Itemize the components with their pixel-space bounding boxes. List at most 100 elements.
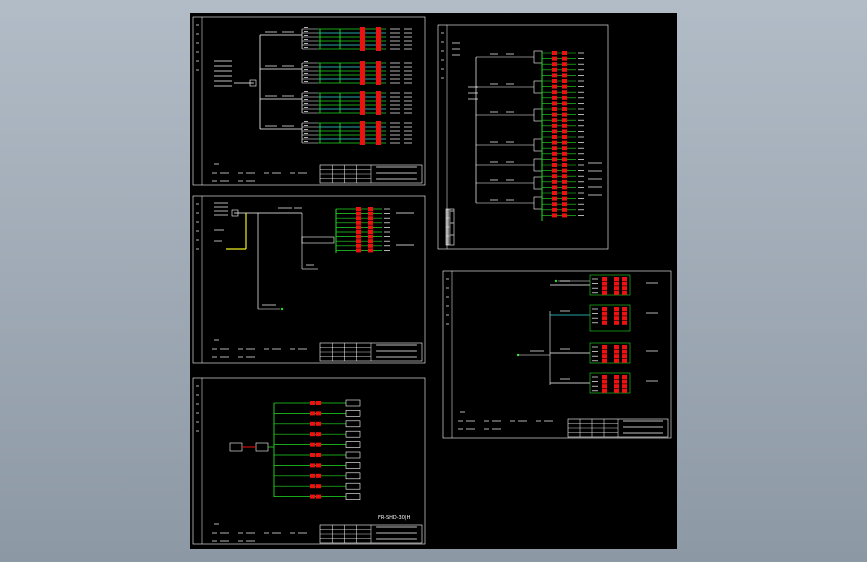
breaker-symbol [552,135,557,139]
breaker-symbol [562,84,567,89]
breaker-symbol [614,290,619,295]
breaker-symbol [376,31,381,35]
breaker-symbol [552,174,557,179]
breaker-symbol [552,140,557,145]
breaker-symbol [376,69,381,73]
breaker-symbol [552,146,557,151]
breaker-symbol [376,133,381,137]
breaker-symbol [356,248,361,253]
breaker-symbol [360,107,365,111]
breaker-symbol [310,401,315,405]
breaker-symbol [552,107,557,111]
breaker-symbol [360,111,365,115]
breaker-symbol [552,73,557,78]
panel-box [533,138,543,152]
breaker-symbol [602,307,607,311]
breaker-symbol [614,277,619,281]
breaker-symbol [376,47,381,51]
terminal-block [345,399,361,407]
breaker-symbol [376,141,381,145]
breaker-symbol [376,107,381,111]
breaker-symbol [360,47,365,51]
breaker-symbol [614,311,619,316]
breaker-symbol [360,141,365,145]
breaker-symbol [552,95,557,100]
drawing-canvas[interactable]: FR-SHD-30|H [190,13,677,549]
sheet-3-note-label: FR-SHD-30|H [378,515,411,521]
breaker-symbol [622,307,627,311]
breaker-symbol [614,388,619,393]
breaker-symbol [376,99,381,103]
breaker-symbol [552,56,557,61]
breaker-symbol [552,118,557,123]
breaker-symbol [552,179,557,184]
breaker-symbol [376,103,381,107]
breaker-symbol [562,174,567,179]
breaker-symbol [562,213,567,218]
breaker-symbol [552,84,557,89]
breaker-symbol [602,375,607,379]
breaker-symbol [376,73,381,77]
breaker-symbol [614,286,619,291]
breaker-symbol [622,375,627,379]
breaker-symbol [356,220,361,225]
breaker-symbol [562,101,567,106]
breaker-symbol [360,81,365,85]
box [229,442,243,452]
sheet-4-frame [437,24,609,250]
breaker-symbol [356,234,361,239]
breaker-symbol [310,463,315,468]
breaker-symbol [368,243,373,248]
sheet-5-frame [442,270,672,439]
terminal-dot [554,279,558,283]
breaker-symbol [552,112,557,117]
breaker-symbol [316,463,321,468]
breaker-symbol [310,421,315,426]
terminal-dot [280,307,284,311]
breaker-symbol [614,345,619,349]
breaker-symbol [562,62,567,67]
breaker-symbol [376,91,381,95]
terminal-block [345,482,361,490]
breaker-symbol [376,43,381,47]
breaker-symbol [368,225,373,230]
breaker-symbol [552,168,557,173]
panel-box [533,158,543,172]
breaker-symbol [562,168,567,173]
box [255,442,269,452]
breaker-symbol [602,354,607,359]
breaker-symbol [562,95,567,100]
breaker-symbol [360,35,365,39]
breaker-symbol [602,311,607,316]
breaker-symbol [368,216,373,221]
breaker-symbol [552,185,557,190]
breaker-symbol [622,384,627,389]
breaker-symbol [376,137,381,141]
breaker-symbol [614,281,619,286]
breaker-symbol [602,345,607,349]
breaker-symbol [602,358,607,363]
breaker-symbol [614,375,619,379]
panel-box [533,196,543,210]
breaker-symbol [602,290,607,295]
box [301,236,335,244]
terminal-block [345,430,361,438]
breaker-symbol [562,51,567,55]
breaker-symbol [622,316,627,321]
breaker-symbol [614,384,619,389]
breaker-symbol [622,388,627,393]
breaker-symbol [562,123,567,128]
breaker-symbol [614,316,619,321]
breaker-symbol [602,281,607,286]
breaker-symbol [622,277,627,281]
breaker-symbol [376,77,381,81]
breaker-symbol [552,62,557,67]
breaker-symbol [310,494,315,499]
breaker-symbol [562,179,567,184]
breaker-symbol [552,51,557,55]
terminal-block [345,410,361,417]
breaker-symbol [360,125,365,129]
breaker-symbol [552,67,557,72]
breaker-symbol [376,27,381,31]
schematic-drawing: FR-SHD-30|H [192,16,672,545]
